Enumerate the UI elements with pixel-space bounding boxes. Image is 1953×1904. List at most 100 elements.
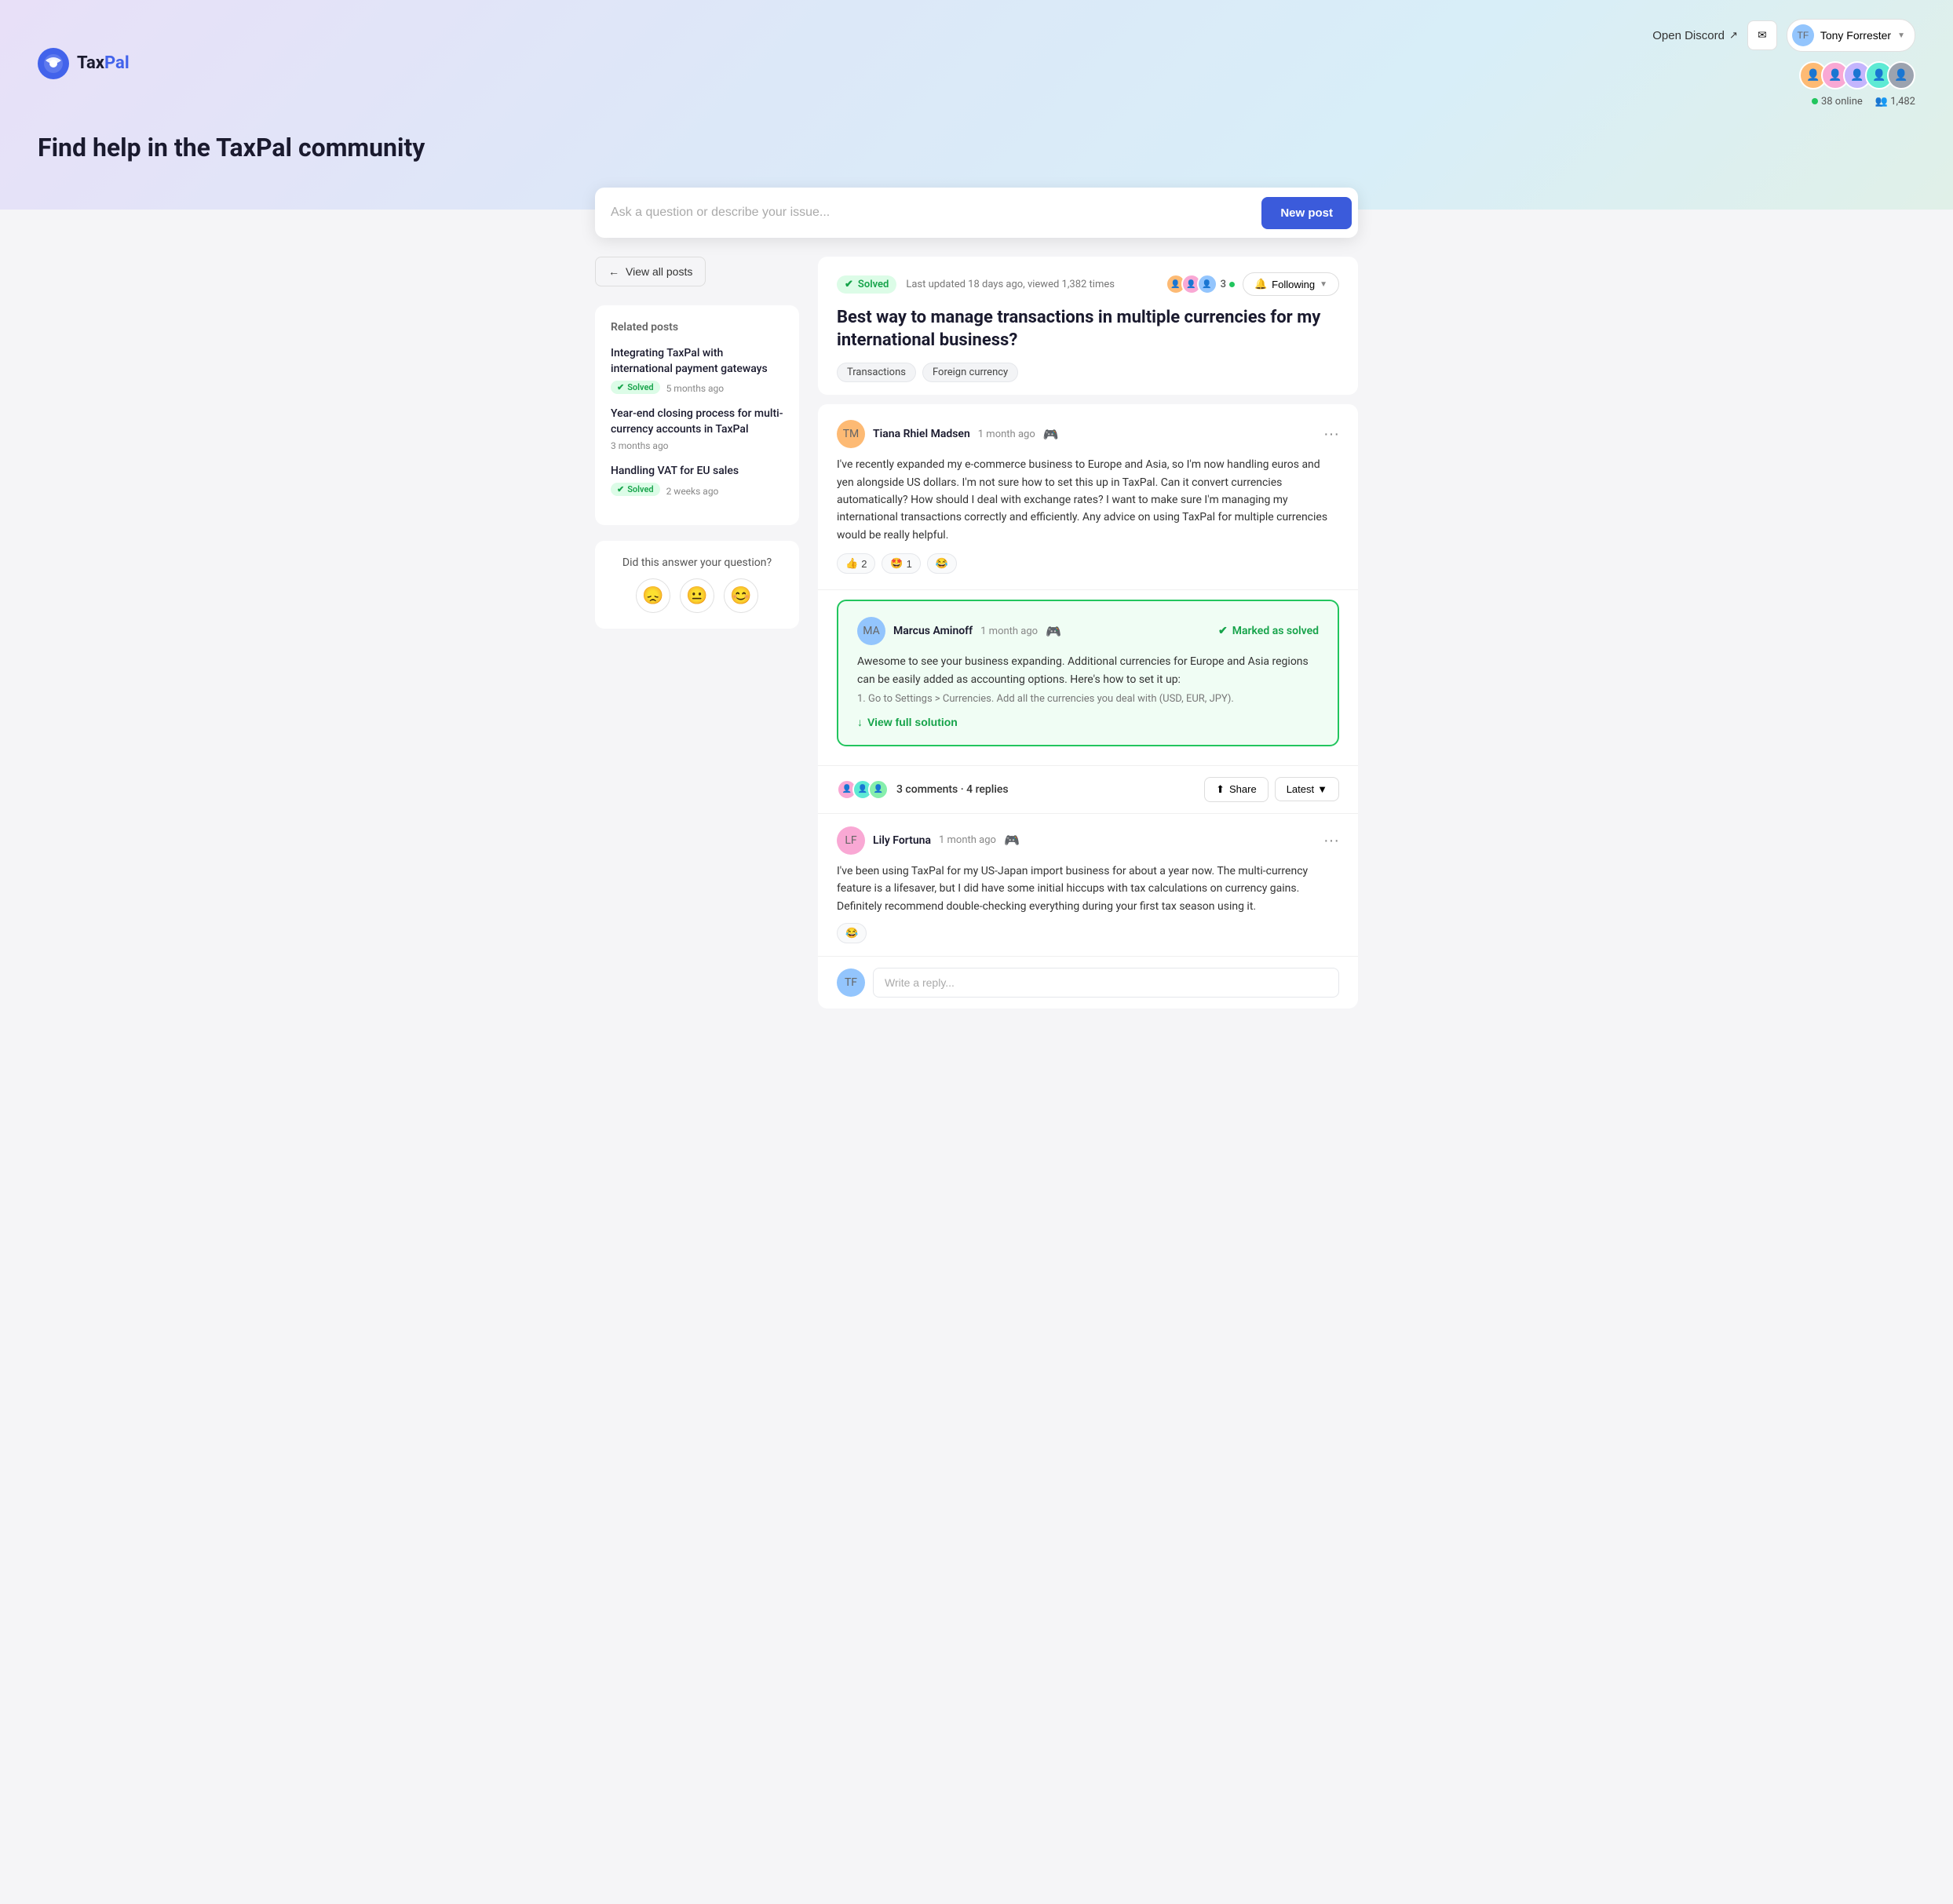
hero-title: Find help in the TaxPal community bbox=[38, 133, 430, 162]
comment-reactions: 😂 bbox=[837, 923, 1339, 943]
external-link-icon: ↗ bbox=[1729, 29, 1738, 42]
comment-author: Lily Fortuna bbox=[873, 834, 931, 847]
open-discord-button[interactable]: Open Discord ↗ bbox=[1652, 29, 1738, 42]
comment-time: 1 month ago bbox=[939, 834, 996, 846]
checkmark-icon: ✔ bbox=[1218, 625, 1228, 637]
happy-emoji-button[interactable]: 😊 bbox=[724, 578, 758, 613]
chevron-down-icon: ▼ bbox=[1320, 280, 1327, 289]
marked-as-solved-badge: ✔ Marked as solved bbox=[1218, 625, 1319, 637]
share-icon: ⬆ bbox=[1216, 783, 1225, 796]
sad-emoji-button[interactable]: 😞 bbox=[636, 578, 670, 613]
related-posts-title: Related posts bbox=[611, 321, 783, 334]
tag-row: Transactions Foreign currency bbox=[837, 363, 1339, 382]
watcher-avatar: 👤 bbox=[1197, 274, 1217, 294]
current-user-avatar: TF bbox=[837, 968, 865, 997]
original-post: TM Tiana Rhiel Madsen 1 month ago 🎮 ··· … bbox=[818, 404, 1358, 590]
navbar: TaxPal Open Discord ↗ ✉ TF Tony Forreste… bbox=[38, 19, 1915, 108]
related-post-1[interactable]: Integrating TaxPal with international pa… bbox=[611, 346, 783, 394]
related-post-2[interactable]: Year-end closing process for multi-curre… bbox=[611, 407, 783, 451]
logo-text: TaxPal bbox=[77, 53, 130, 73]
comments-count: 3 comments · 4 replies bbox=[896, 783, 1009, 796]
community-avatars: 👤 👤 👤 👤 👤 bbox=[1799, 61, 1915, 89]
main-content: ✔ Solved Last updated 18 days ago, viewe… bbox=[818, 257, 1358, 1009]
reply-input-row: TF bbox=[818, 956, 1358, 1009]
nav-actions: Open Discord ↗ ✉ TF Tony Forrester ▼ bbox=[1652, 19, 1915, 52]
stats-text: 38 online 👥 1,482 bbox=[1812, 96, 1915, 108]
chevron-down-icon: ▼ bbox=[1317, 783, 1327, 795]
comment-author-avatar: LF bbox=[837, 826, 865, 855]
original-post-time: 1 month ago bbox=[978, 429, 1035, 440]
original-post-author: Tiana Rhiel Madsen bbox=[873, 428, 970, 440]
logo-icon bbox=[38, 48, 69, 79]
solution-author-avatar: MA bbox=[857, 617, 885, 645]
solution-author: Marcus Aminoff bbox=[893, 625, 973, 637]
comment-1: LF Lily Fortuna 1 month ago 🎮 ··· I've b… bbox=[818, 813, 1358, 956]
solved-tag: ✔ Solved bbox=[837, 275, 896, 294]
community-stats: 👤 👤 👤 👤 👤 38 online 👥 1,482 bbox=[1799, 61, 1915, 108]
search-container: New post bbox=[576, 188, 1377, 238]
solution-time: 1 month ago bbox=[980, 626, 1038, 637]
logo[interactable]: TaxPal bbox=[38, 48, 130, 79]
user-avatar: TF bbox=[1792, 24, 1814, 46]
online-indicator bbox=[1812, 98, 1818, 104]
post-header-card: ✔ Solved Last updated 18 days ago, viewe… bbox=[818, 257, 1358, 395]
nav-right: Open Discord ↗ ✉ TF Tony Forrester ▼ 👤 👤… bbox=[1652, 19, 1915, 108]
active-indicator bbox=[1229, 282, 1235, 287]
user-menu-button[interactable]: TF Tony Forrester ▼ bbox=[1787, 19, 1915, 52]
original-post-avatar: TM bbox=[837, 420, 865, 448]
following-button[interactable]: 🔔 Following ▼ bbox=[1243, 272, 1339, 296]
solved-check-icon: ✔ bbox=[845, 279, 853, 290]
share-button[interactable]: ⬆ Share bbox=[1204, 777, 1269, 802]
post-more-button[interactable]: ··· bbox=[1323, 426, 1339, 442]
related-posts-panel: Related posts Integrating TaxPal with in… bbox=[595, 305, 799, 525]
commenter-avatar: 👤 bbox=[868, 779, 889, 800]
related-post-3[interactable]: Handling VAT for EU sales ✔ Solved 2 wee… bbox=[611, 464, 783, 497]
original-post-body: I've recently expanded my e-commerce bus… bbox=[837, 456, 1339, 544]
view-all-posts-button[interactable]: ← View all posts bbox=[595, 257, 706, 286]
add-reaction-button[interactable]: 😂 bbox=[927, 553, 957, 574]
inbox-icon: ✉ bbox=[1758, 29, 1766, 42]
post-meta-text: Last updated 18 days ago, viewed 1,382 t… bbox=[906, 279, 1115, 290]
reactions: 👍 2 🤩 1 😂 bbox=[837, 553, 1339, 574]
solved-badge: ✔ Solved bbox=[611, 483, 660, 496]
down-arrow-icon: ↓ bbox=[857, 716, 863, 728]
comment-body: I've been using TaxPal for my US-Japan i… bbox=[837, 863, 1339, 915]
starstruck-reaction[interactable]: 🤩 1 bbox=[882, 553, 920, 574]
watchers: 👤 👤 👤 3 bbox=[1166, 274, 1235, 294]
solution-preview: 1. Go to Settings > Currencies. Add all … bbox=[857, 693, 1319, 705]
solved-answer: MA Marcus Aminoff 1 month ago 🎮 ✔ Marked… bbox=[837, 600, 1339, 746]
new-post-button[interactable]: New post bbox=[1261, 197, 1352, 229]
neutral-emoji-button[interactable]: 😐 bbox=[680, 578, 714, 613]
solution-body: Awesome to see your business expanding. … bbox=[857, 653, 1319, 688]
chevron-down-icon: ▼ bbox=[1897, 31, 1905, 40]
notifications-button[interactable]: ✉ bbox=[1747, 20, 1777, 50]
discord-icon: 🎮 bbox=[1046, 624, 1061, 639]
satisfaction-box: Did this answer your question? 😞 😐 😊 bbox=[595, 541, 799, 629]
add-comment-reaction[interactable]: 😂 bbox=[837, 923, 867, 943]
thumbsup-reaction[interactable]: 👍 2 bbox=[837, 553, 875, 574]
tag-foreign-currency[interactable]: Foreign currency bbox=[922, 363, 1018, 382]
hero-section: TaxPal Open Discord ↗ ✉ TF Tony Forreste… bbox=[0, 0, 1953, 210]
post-title: Best way to manage transactions in multi… bbox=[837, 307, 1339, 352]
tag-transactions[interactable]: Transactions bbox=[837, 363, 916, 382]
search-input[interactable] bbox=[611, 206, 1261, 220]
posts-area: TM Tiana Rhiel Madsen 1 month ago 🎮 ··· … bbox=[818, 404, 1358, 1009]
discord-icon: 🎮 bbox=[1043, 427, 1059, 442]
satisfaction-question: Did this answer your question? bbox=[611, 556, 783, 569]
sort-latest-button[interactable]: Latest ▼ bbox=[1275, 777, 1339, 801]
main-layout: ← View all posts Related posts Integrati… bbox=[576, 257, 1377, 1009]
comments-header: 👤 👤 👤 3 comments · 4 replies ⬆ Share Lat… bbox=[818, 765, 1358, 813]
sidebar: ← View all posts Related posts Integrati… bbox=[595, 257, 799, 1009]
solved-badge: ✔ Solved bbox=[611, 381, 660, 394]
bell-icon: 🔔 bbox=[1254, 278, 1267, 290]
post-meta-row: ✔ Solved Last updated 18 days ago, viewe… bbox=[837, 272, 1339, 296]
discord-icon: 🎮 bbox=[1004, 833, 1020, 848]
comment-more-button[interactable]: ··· bbox=[1323, 833, 1339, 848]
solution-container: MA Marcus Aminoff 1 month ago 🎮 ✔ Marked… bbox=[818, 590, 1358, 765]
search-bar: New post bbox=[595, 188, 1358, 238]
back-arrow-icon: ← bbox=[608, 265, 619, 278]
view-full-solution-button[interactable]: ↓ View full solution bbox=[857, 716, 958, 728]
reply-input[interactable] bbox=[873, 968, 1339, 998]
community-avatar: 👤 bbox=[1887, 61, 1915, 89]
emoji-row: 😞 😐 😊 bbox=[611, 578, 783, 613]
